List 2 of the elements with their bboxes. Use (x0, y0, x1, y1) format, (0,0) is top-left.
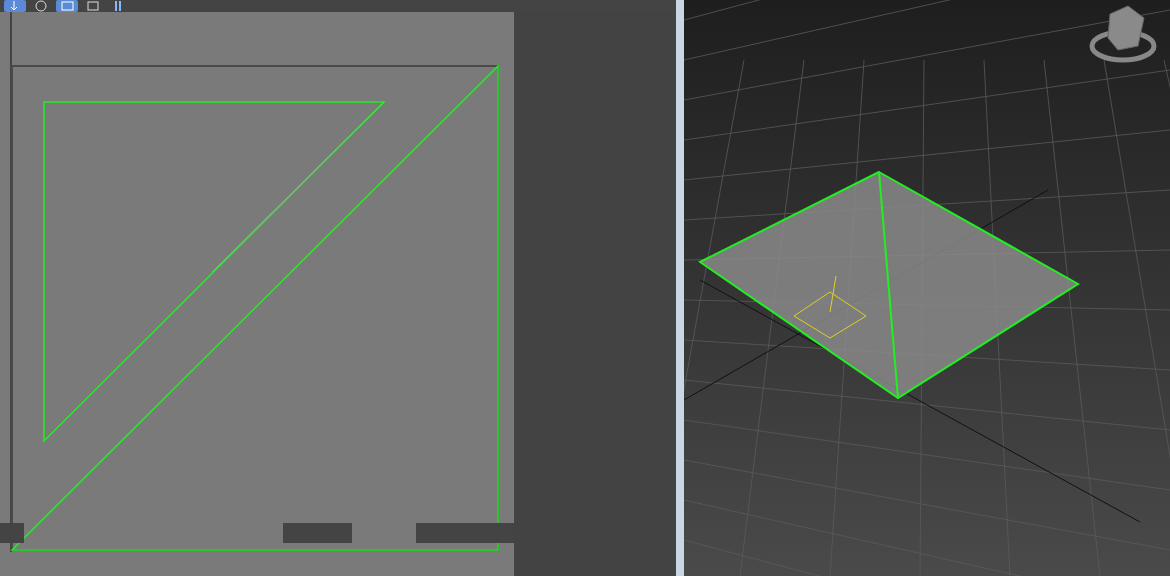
rectangle-icon[interactable] (56, 0, 78, 12)
move-icon[interactable] (4, 0, 26, 12)
